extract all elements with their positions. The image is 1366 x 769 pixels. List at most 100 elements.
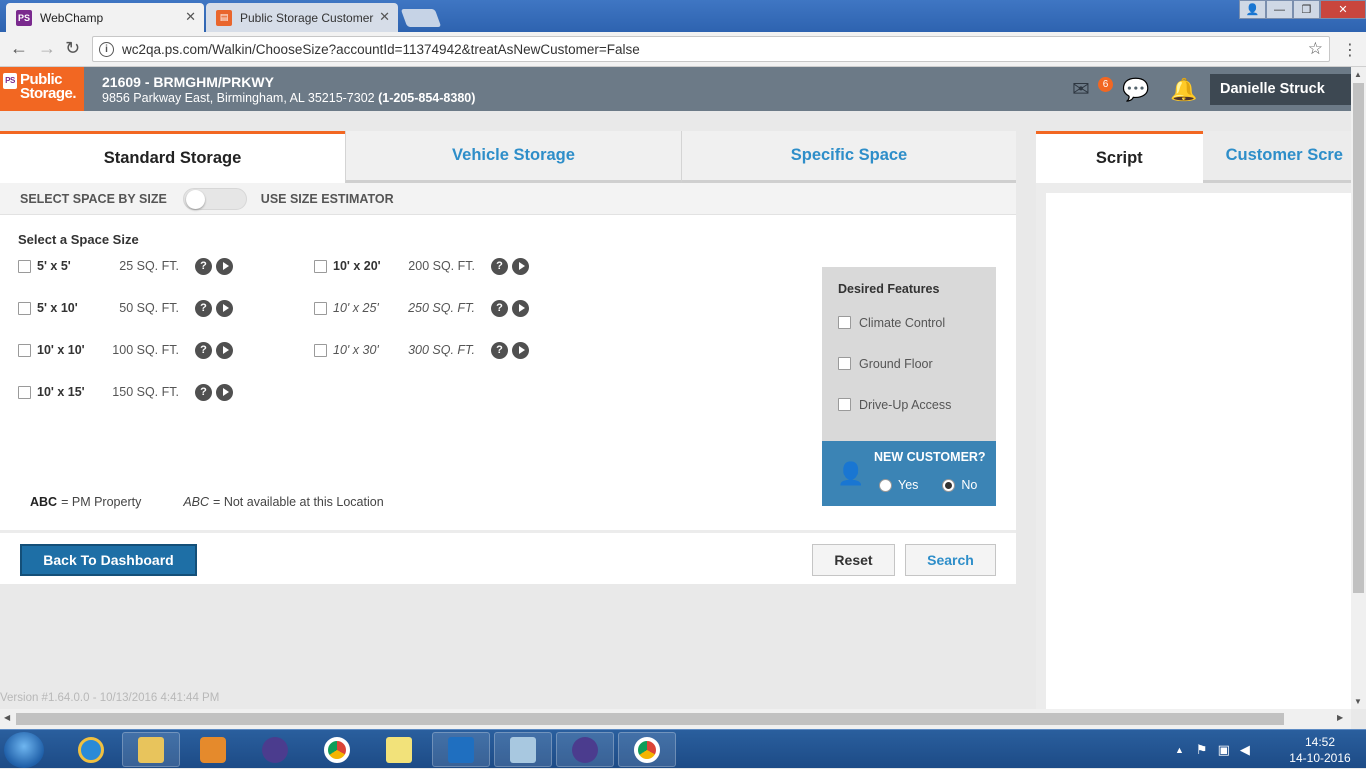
file-explorer-icon[interactable] (122, 732, 180, 767)
size-checkbox[interactable] (314, 301, 327, 315)
tab-specific-space[interactable]: Specific Space (681, 131, 1016, 183)
version-text: Version #1.64.0.0 - 10/13/2016 4:41:44 P… (0, 692, 220, 704)
back-arrow-icon[interactable]: ← (10, 38, 28, 59)
size-checkbox[interactable] (18, 259, 31, 273)
help-icon[interactable]: ? (195, 383, 212, 401)
bell-icon[interactable]: 🔔 (1170, 77, 1197, 103)
help-icon[interactable]: ? (491, 257, 508, 275)
play-icon[interactable] (512, 341, 529, 359)
size-label: 10' x 30' (333, 343, 379, 357)
user-profile-icon[interactable]: 👤 (1239, 0, 1266, 19)
network-icon[interactable]: ▣ (1218, 742, 1230, 758)
app-header: PS Public Storage. 21609 - BRMGHM/PRKWY … (0, 67, 1351, 111)
size-checkbox[interactable] (18, 343, 31, 357)
tray-expand-icon[interactable]: ▲ (1175, 745, 1184, 755)
feature-ground-floor[interactable]: Ground Floor (838, 355, 996, 372)
internet-explorer-icon[interactable] (62, 732, 120, 767)
volume-icon[interactable]: ◀ (1240, 742, 1250, 758)
webchamp-favicon-icon: PS (16, 9, 32, 26)
eclipse-icon[interactable] (556, 732, 614, 767)
play-icon[interactable] (512, 257, 529, 275)
close-tab-icon[interactable]: ✕ (185, 9, 196, 25)
play-icon[interactable] (216, 299, 233, 317)
system-clock[interactable]: 14:52 14-10-2016 (1285, 734, 1355, 766)
minimize-button[interactable]: — (1266, 0, 1293, 19)
tab-vehicle-storage[interactable]: Vehicle Storage (345, 131, 681, 183)
help-icon[interactable]: ? (491, 299, 508, 317)
feature-drive-up-access[interactable]: Drive-Up Access (838, 396, 996, 413)
size-option-10x25: 10' x 25' 250 SQ. FT. ? (314, 298, 529, 318)
add-user-icon: 👤 (837, 461, 865, 486)
user-menu[interactable]: Danielle Struck (1210, 74, 1351, 105)
maximize-button[interactable]: ❐ (1293, 0, 1320, 19)
scroll-down-icon[interactable]: ▼ (1354, 697, 1362, 706)
size-checkbox[interactable] (18, 385, 31, 399)
chrome-icon[interactable] (618, 732, 676, 767)
public-storage-logo[interactable]: PS Public Storage. (0, 67, 84, 111)
lync-icon[interactable] (432, 732, 490, 767)
legend-abc-bold: ABC (30, 495, 58, 509)
help-icon[interactable]: ? (491, 341, 508, 359)
address-bar[interactable]: i wc2qa.ps.com/Walkin/ChooseSize?account… (92, 36, 1330, 62)
feature-checkbox[interactable] (838, 398, 851, 411)
bookmark-star-icon[interactable]: ☆ (1308, 39, 1323, 59)
horizontal-scrollbar[interactable]: ◀ ▶ (0, 709, 1351, 729)
size-option-10x30: 10' x 30' 300 SQ. FT. ? (314, 340, 529, 360)
size-label: 10' x 20' (333, 259, 381, 273)
mail-icon[interactable]: ✉ (1072, 77, 1090, 102)
tab-customer-screen[interactable]: Customer Scre (1202, 131, 1351, 183)
reset-button[interactable]: Reset (812, 544, 895, 576)
chrome-icon[interactable] (308, 732, 366, 767)
radio-yes[interactable] (879, 478, 892, 492)
size-checkbox[interactable] (314, 259, 327, 273)
info-icon[interactable]: i (99, 41, 114, 57)
browser-tab-webchamp[interactable]: PS WebChamp ✕ (6, 3, 204, 32)
tab-standard-storage[interactable]: Standard Storage (0, 131, 345, 183)
play-icon[interactable] (512, 299, 529, 317)
media-player-icon[interactable] (184, 732, 242, 767)
size-checkbox[interactable] (314, 343, 327, 357)
browser-tab-public-storage[interactable]: ▤ Public Storage Customer ✕ (206, 3, 398, 32)
horizontal-scroll-thumb[interactable] (16, 713, 1284, 725)
public-storage-favicon-icon: ▤ (216, 9, 232, 26)
browser-menu-icon[interactable]: ⋮ (1342, 40, 1358, 60)
scroll-left-icon[interactable]: ◀ (4, 713, 10, 722)
size-mode-toggle[interactable] (182, 187, 247, 210)
size-option-10x15: 10' x 15' 150 SQ. FT. ? (18, 382, 233, 402)
vertical-scroll-thumb[interactable] (1353, 83, 1364, 593)
start-button[interactable] (4, 732, 44, 768)
scroll-up-icon[interactable]: ▲ (1354, 70, 1362, 79)
scroll-right-icon[interactable]: ▶ (1337, 713, 1343, 722)
back-to-dashboard-button[interactable]: Back To Dashboard (20, 544, 197, 576)
help-icon[interactable]: ? (195, 257, 212, 275)
play-icon[interactable] (216, 341, 233, 359)
search-button[interactable]: Search (905, 544, 996, 576)
new-tab-button[interactable] (400, 9, 442, 27)
browser-tab-title: WebChamp (40, 10, 104, 25)
vertical-scrollbar[interactable]: ▲ ▼ (1351, 67, 1366, 709)
flag-icon[interactable]: ⚑ (1196, 742, 1208, 758)
close-window-button[interactable]: ✕ (1320, 0, 1366, 19)
chat-icon[interactable]: 💬 (1122, 77, 1149, 103)
eclipse-icon[interactable] (246, 732, 304, 767)
play-icon[interactable] (216, 257, 233, 275)
play-icon[interactable] (216, 383, 233, 401)
store-phone: (1-205-854-8380) (378, 91, 476, 105)
help-icon[interactable]: ? (195, 341, 212, 359)
size-checkbox[interactable] (18, 301, 31, 315)
sticky-notes-icon[interactable] (370, 732, 428, 767)
radio-no[interactable] (942, 478, 956, 492)
script-tabs: Script Customer Scre (1036, 131, 1351, 183)
tab-script[interactable]: Script (1036, 131, 1203, 183)
close-tab-icon[interactable]: ✕ (379, 9, 390, 25)
feature-checkbox[interactable] (838, 316, 851, 329)
tools-icon[interactable] (494, 732, 552, 767)
radio-yes-label: Yes (898, 478, 919, 492)
feature-climate-control[interactable]: Climate Control (838, 314, 996, 331)
size-estimator-label: USE SIZE ESTIMATOR (260, 191, 394, 206)
help-icon[interactable]: ? (195, 299, 212, 317)
forward-arrow-icon[interactable]: → (38, 38, 56, 59)
reload-icon[interactable]: ↻ (65, 38, 80, 59)
system-tray: ▲ ⚑ ▣ ◀ (1175, 730, 1250, 769)
feature-checkbox[interactable] (838, 357, 851, 370)
